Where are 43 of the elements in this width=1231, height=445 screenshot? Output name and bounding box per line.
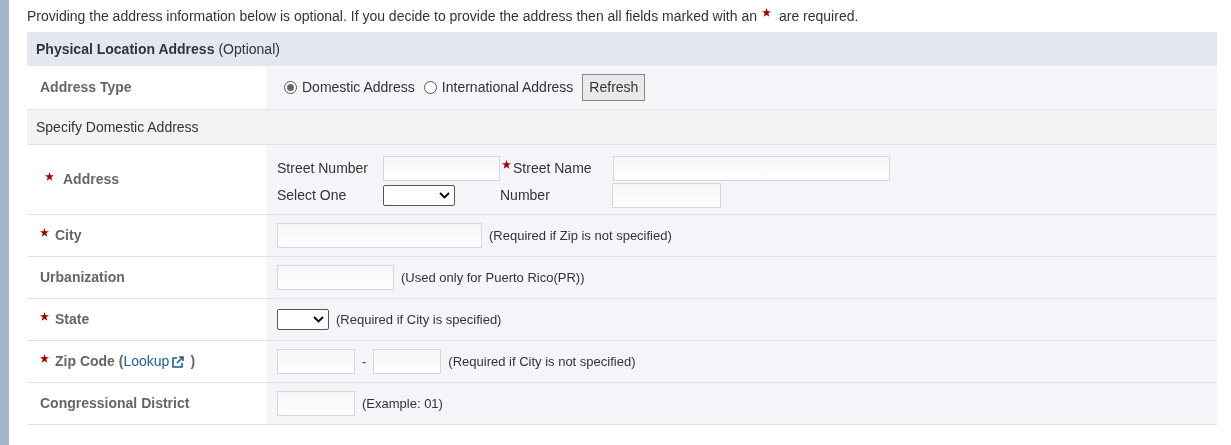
hint-text: (Required if City is specified) <box>336 310 502 329</box>
section-note: (Optional) <box>218 39 280 59</box>
external-link-icon <box>172 355 185 368</box>
field-label: Address <box>63 170 120 189</box>
hint-text: (Required if Zip is not specified) <box>489 226 672 245</box>
intro-text: Providing the address information below is optional. If you decide to provide the address then all fields marked with an <box>27 6 757 26</box>
field-label: Urbanization <box>40 268 125 287</box>
radio-button[interactable] <box>423 81 437 94</box>
field-label: Street Name <box>513 158 593 178</box>
input-field[interactable] <box>277 391 355 416</box>
hint-text: (Required if City is not specified) <box>448 352 636 371</box>
subsection-title: Specify Domestic Address <box>36 117 199 137</box>
field-label: ) <box>190 352 196 371</box>
input-field[interactable] <box>383 155 500 181</box>
field-label: State <box>55 310 90 329</box>
chevron-down-icon <box>313 316 324 323</box>
refresh-button[interactable]: Refresh <box>582 74 646 101</box>
hint-text: (Example: 01) <box>362 394 443 413</box>
input-field[interactable] <box>612 182 721 208</box>
field-label: Number <box>500 185 551 205</box>
required-star-icon <box>761 8 771 18</box>
field-label: Street Number <box>277 158 370 178</box>
field-label: Zip Code ( <box>55 352 124 371</box>
field-label: Address Type <box>40 78 132 97</box>
dropdown[interactable] <box>277 309 329 330</box>
hint-text: - <box>362 352 367 371</box>
input-field[interactable] <box>277 349 355 374</box>
dropdown[interactable] <box>383 184 455 206</box>
input-field[interactable] <box>373 349 442 374</box>
field-label: Congressional District <box>40 394 190 413</box>
input-field[interactable] <box>277 265 394 290</box>
input-field[interactable] <box>277 223 482 248</box>
input-field[interactable] <box>613 155 890 181</box>
lookup-link[interactable]: Lookup <box>123 351 185 372</box>
intro-text: are required. <box>778 6 859 26</box>
radio-option[interactable]: International Address <box>423 77 574 98</box>
radio-button[interactable] <box>284 81 297 94</box>
section-title: Physical Location Address <box>36 39 215 59</box>
chevron-down-icon <box>439 191 450 199</box>
radio-option[interactable]: Domestic Address <box>284 77 415 98</box>
field-label: City <box>55 226 82 245</box>
field-label: Select One <box>277 185 348 205</box>
hint-text: (Used only for Puerto Rico(PR)) <box>401 268 585 287</box>
